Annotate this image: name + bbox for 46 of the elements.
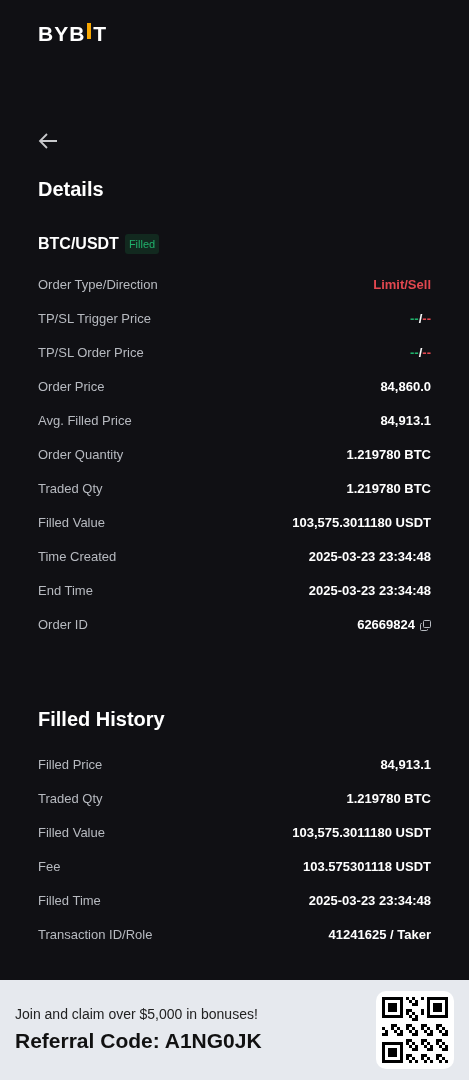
- field-value: --/--: [410, 344, 431, 363]
- promo-text: Join and claim over $5,000 in bonuses!: [15, 1004, 259, 1024]
- field-value: 103,575.3011180 USDT: [292, 514, 431, 533]
- page-title: Details: [38, 177, 105, 202]
- logo-bar-icon: [87, 23, 92, 39]
- back-icon[interactable]: [38, 132, 58, 150]
- field-value: 103,575.3011180 USDT: [292, 824, 431, 843]
- field-value: 103.575301118 USDT: [303, 858, 431, 877]
- field-value: 41241625 / Taker: [328, 926, 431, 945]
- field-label: TP/SL Trigger Price: [38, 310, 151, 329]
- copy-icon[interactable]: [420, 619, 431, 631]
- field-label: Filled Time: [38, 892, 101, 911]
- field-label: Traded Qty: [38, 790, 103, 809]
- field-label: TP/SL Order Price: [38, 344, 144, 363]
- field-value: 2025-03-23 23:34:48: [308, 582, 431, 601]
- status-badge: Filled: [124, 233, 160, 255]
- field-value: --/--: [410, 310, 431, 329]
- field-label: Filled Price: [38, 756, 103, 775]
- field-value: 84,860.0: [380, 378, 431, 397]
- field-value: 1.219780 BTC: [346, 446, 431, 465]
- field-label: Transaction ID/Role: [38, 926, 153, 945]
- qr-code-icon: [382, 997, 448, 1063]
- logo-text: BYB: [38, 21, 86, 48]
- field-value: 2025-03-23 23:34:48: [308, 892, 431, 911]
- field-label: Order Quantity: [38, 446, 124, 465]
- field-value: 1.219780 BTC: [346, 480, 431, 499]
- section-title: Filled History: [38, 707, 166, 732]
- field-label: Fee: [38, 858, 61, 877]
- field-value: 2025-03-23 23:34:48: [308, 548, 431, 567]
- field-value: 84,913.1: [380, 412, 431, 431]
- field-label: Filled Value: [38, 824, 105, 843]
- field-label: Traded Qty: [38, 480, 103, 499]
- field-label: Order Price: [38, 378, 105, 397]
- field-label: Time Created: [38, 548, 117, 567]
- field-label: Order Type/Direction: [38, 276, 158, 295]
- trading-pair: BTC/USDT: [38, 234, 119, 254]
- field-value: Limit/Sell: [373, 276, 431, 295]
- field-label: Filled Value: [38, 514, 105, 533]
- logo-text: T: [93, 21, 107, 48]
- field-label: Order ID: [38, 616, 88, 635]
- field-value: 62669824: [357, 616, 415, 635]
- referral-code: Referral Code: A1NG0JK: [15, 1027, 262, 1054]
- field-value: 84,913.1: [380, 756, 431, 775]
- field-value: 1.219780 BTC: [346, 790, 431, 809]
- field-label: Avg. Filled Price: [38, 412, 132, 431]
- field-label: End Time: [38, 582, 93, 601]
